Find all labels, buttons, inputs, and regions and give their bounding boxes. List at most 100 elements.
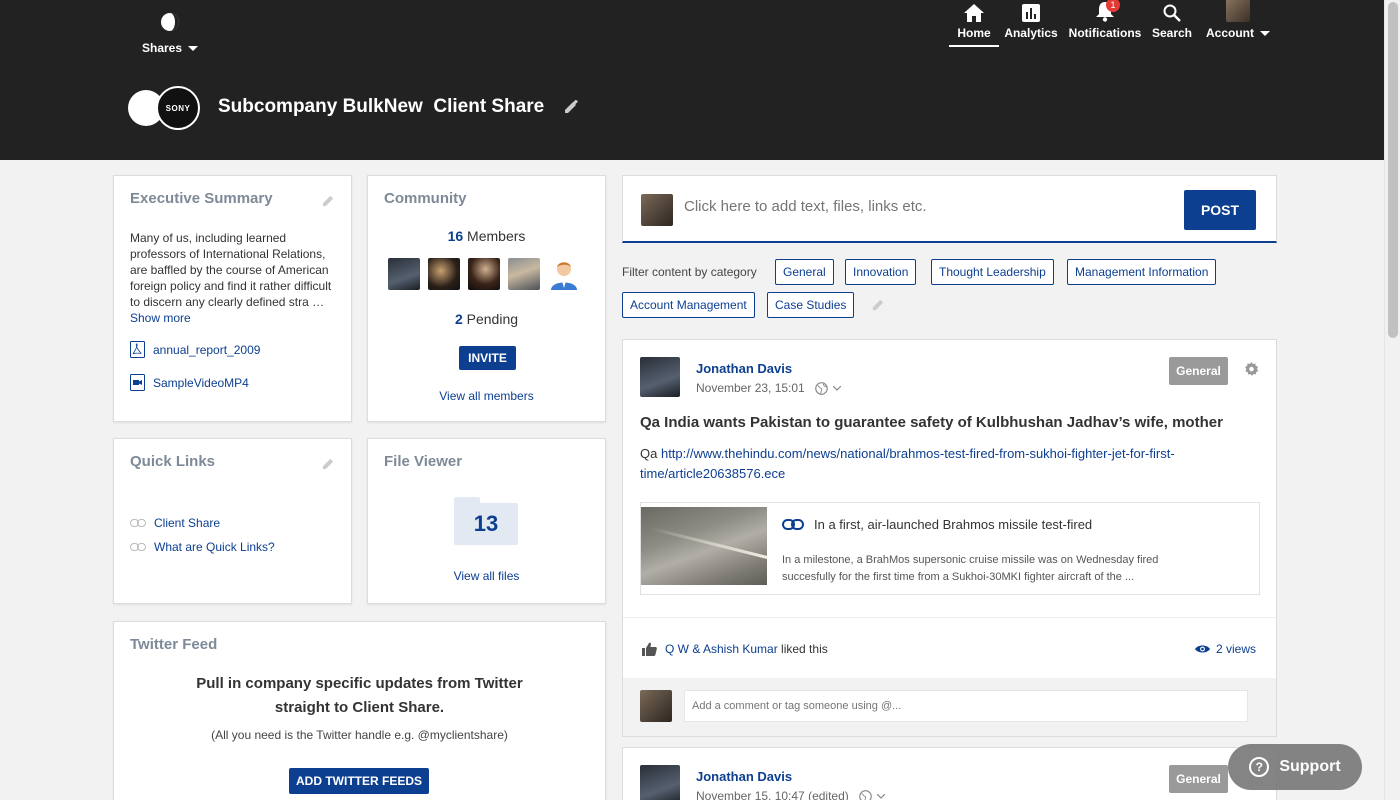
nav-analytics[interactable]: Analytics bbox=[1004, 0, 1058, 40]
preview-description: In a milestone, a BrahMos supersonic cru… bbox=[782, 554, 1159, 583]
shares-menu[interactable]: Shares bbox=[142, 12, 199, 57]
likes-row: Q W & Ashish Kumar liked this bbox=[642, 642, 828, 656]
link-icon bbox=[782, 519, 804, 530]
gear-icon[interactable] bbox=[1244, 362, 1259, 377]
scrollbar[interactable] bbox=[1384, 0, 1400, 800]
quick-links-card: Quick Links Client Share What are Quick … bbox=[113, 438, 352, 604]
nav-notifications-label: Notifications bbox=[1068, 26, 1142, 40]
support-button[interactable]: ? Support bbox=[1228, 744, 1362, 790]
post-link[interactable]: http://www.thehindu.com/news/national/br… bbox=[640, 446, 1175, 481]
file-annual-report[interactable]: annual_report_2009 bbox=[130, 341, 260, 358]
members-label: Members bbox=[463, 228, 526, 244]
member-avatar[interactable] bbox=[508, 258, 540, 290]
invite-button[interactable]: INVITE bbox=[459, 346, 516, 370]
post-body-prefix: Qa bbox=[640, 446, 661, 461]
category-tag[interactable]: General bbox=[1169, 765, 1228, 793]
globe-icon bbox=[858, 789, 872, 800]
user-icon bbox=[551, 262, 577, 290]
help-icon: ? bbox=[1249, 757, 1270, 777]
shares-logo-icon bbox=[161, 13, 179, 31]
comment-input[interactable] bbox=[684, 690, 1248, 722]
view-all-members-link[interactable]: View all members bbox=[368, 389, 605, 403]
member-avatar[interactable] bbox=[428, 258, 460, 290]
quick-links-title: Quick Links bbox=[130, 453, 216, 470]
nav-home-label: Home bbox=[957, 26, 991, 40]
support-label: Support bbox=[1279, 758, 1341, 775]
executive-summary-text: Many of us, including learned professors… bbox=[130, 230, 340, 326]
category-chip-thought-leadership[interactable]: Thought Leadership bbox=[931, 259, 1054, 285]
post-composer: POST bbox=[622, 175, 1277, 243]
liked-suffix: liked this bbox=[781, 642, 828, 656]
category-chip-general[interactable]: General bbox=[775, 259, 834, 285]
member-avatar[interactable] bbox=[548, 258, 580, 290]
quick-link-item[interactable]: What are Quick Links? bbox=[130, 540, 275, 554]
search-icon bbox=[1163, 4, 1181, 22]
thumbs-up-icon[interactable] bbox=[642, 642, 657, 656]
link-preview[interactable]: In a first, air-launched Brahmos missile… bbox=[640, 502, 1260, 595]
category-chip-account-management[interactable]: Account Management bbox=[622, 292, 755, 318]
post-author[interactable]: Jonathan Davis bbox=[696, 769, 792, 784]
filter-label: Filter content by category bbox=[622, 265, 757, 279]
scrollbar-thumb[interactable] bbox=[1388, 2, 1398, 338]
member-avatars bbox=[388, 258, 580, 290]
executive-summary-title: Executive Summary bbox=[130, 190, 273, 207]
chevron-down-icon bbox=[876, 793, 885, 799]
pending-label: Pending bbox=[462, 311, 519, 327]
quick-link-label: Client Share bbox=[154, 516, 221, 530]
file-sample-video[interactable]: SampleVideoMP4 bbox=[130, 374, 249, 391]
members-count: 16 Members bbox=[368, 228, 605, 244]
file-name: SampleVideoMP4 bbox=[153, 375, 249, 390]
preview-image bbox=[641, 507, 767, 585]
view-all-files-link[interactable]: View all files bbox=[368, 569, 605, 583]
avatar[interactable] bbox=[640, 765, 680, 800]
post-author[interactable]: Jonathan Davis bbox=[696, 361, 792, 376]
category-chip-management-information[interactable]: Management Information bbox=[1067, 259, 1217, 285]
add-twitter-feeds-button[interactable]: ADD TWITTER FEEDS bbox=[289, 768, 429, 794]
caret-down-icon bbox=[188, 45, 199, 51]
pencil-icon[interactable] bbox=[322, 194, 335, 207]
views-label: 2 views bbox=[1215, 642, 1256, 656]
caret-down-icon bbox=[1260, 30, 1270, 36]
category-tag[interactable]: General bbox=[1169, 357, 1228, 385]
avatar bbox=[640, 690, 672, 722]
pencil-icon[interactable] bbox=[322, 457, 335, 470]
nav-search[interactable]: Search bbox=[1150, 0, 1194, 40]
sony-logo: SONY bbox=[156, 86, 200, 130]
nav-account[interactable]: Account bbox=[1206, 0, 1270, 40]
pencil-icon[interactable] bbox=[872, 298, 885, 311]
quick-link-item[interactable]: Client Share bbox=[130, 516, 220, 530]
views-count[interactable]: 2 views bbox=[1194, 642, 1256, 656]
post-body: Qa http://www.thehindu.com/news/national… bbox=[640, 444, 1230, 484]
nav-notifications[interactable]: 1 Notifications bbox=[1068, 0, 1142, 40]
pending-count: 2 Pending bbox=[368, 311, 605, 327]
folder-icon[interactable]: 13 bbox=[454, 497, 518, 545]
category-chip-case-studies[interactable]: Case Studies bbox=[767, 292, 855, 318]
pencil-icon[interactable] bbox=[564, 100, 579, 114]
nav-search-label: Search bbox=[1151, 26, 1193, 40]
member-avatar[interactable] bbox=[468, 258, 500, 290]
twitter-headline-line2: straight to Client Share. bbox=[274, 699, 445, 716]
category-chip-innovation[interactable]: Innovation bbox=[845, 259, 917, 285]
post-date: November 15, 10:47 (edited) bbox=[696, 789, 849, 800]
preview-title: In a first, air-launched Brahmos missile… bbox=[814, 517, 1093, 532]
file-viewer-title: File Viewer bbox=[384, 453, 463, 470]
post-input[interactable] bbox=[684, 198, 1164, 215]
community-card: Community 16 Members 2 Pending INVITE Vi… bbox=[367, 175, 606, 422]
feed-post: Jonathan Davis November 15, 10:47 (edite… bbox=[622, 747, 1277, 800]
feed-post: Jonathan Davis November 23, 15:01 Genera… bbox=[622, 339, 1277, 737]
nav-home[interactable]: Home bbox=[949, 0, 999, 47]
member-avatar[interactable] bbox=[388, 258, 420, 290]
visibility-selector[interactable] bbox=[814, 381, 841, 395]
video-file-icon bbox=[130, 374, 145, 391]
likers-link[interactable]: Q W & Ashish Kumar bbox=[665, 642, 778, 656]
file-count: 13 bbox=[454, 503, 518, 545]
file-viewer-card: File Viewer 13 View all files bbox=[367, 438, 606, 604]
visibility-selector[interactable] bbox=[858, 789, 885, 800]
twitter-feed-title: Twitter Feed bbox=[130, 636, 218, 653]
show-more-link[interactable]: Show more bbox=[130, 311, 191, 325]
community-title: Community bbox=[384, 190, 467, 207]
twitter-feed-card: Twitter Feed Pull in company specific up… bbox=[113, 621, 606, 800]
post-button[interactable]: POST bbox=[1184, 190, 1256, 230]
link-icon bbox=[130, 519, 146, 527]
avatar[interactable] bbox=[640, 357, 680, 397]
